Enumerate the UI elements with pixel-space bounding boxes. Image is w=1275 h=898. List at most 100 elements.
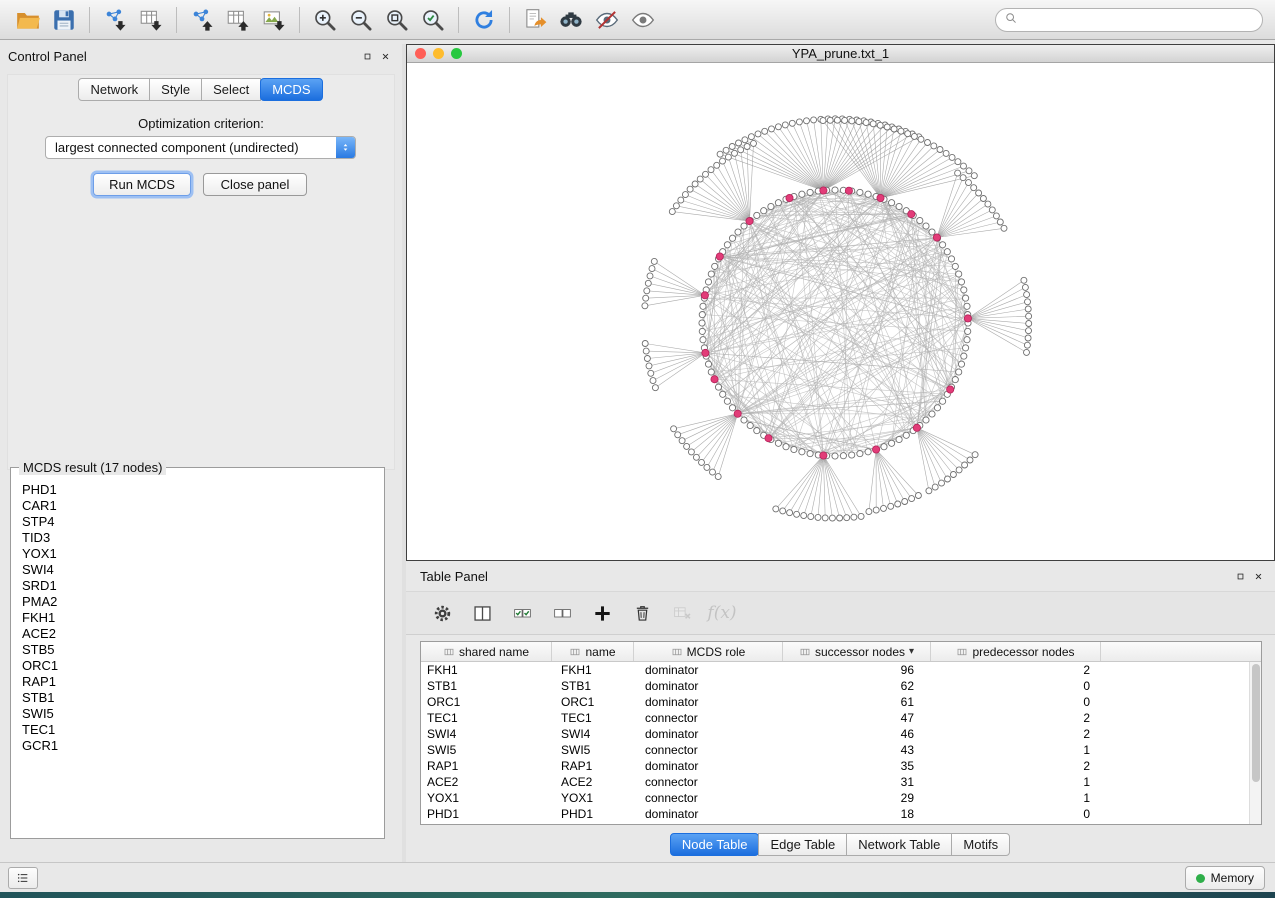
export-table-button[interactable]	[220, 4, 256, 36]
column-header-mcds-role[interactable]: MCDS role	[634, 642, 783, 661]
mcds-node-item[interactable]: PHD1	[13, 482, 382, 498]
table-row[interactable]: SWI4SWI4dominator462	[421, 726, 1249, 742]
mcds-node-item[interactable]: SRD1	[13, 578, 382, 594]
open-session-button[interactable]	[10, 4, 46, 36]
table-settings-button[interactable]	[424, 597, 460, 629]
show-column-button[interactable]	[464, 597, 500, 629]
table-row[interactable]: RAP1RAP1dominator352	[421, 758, 1249, 774]
table-row[interactable]: ACE2ACE2connector311	[421, 774, 1249, 790]
optimization-criterion-value: largest connected component (undirected)	[55, 140, 299, 155]
table-cell: ORC1	[552, 695, 634, 709]
tab-motifs[interactable]: Motifs	[951, 833, 1010, 856]
memory-button[interactable]: Memory	[1185, 866, 1265, 890]
apply-layout-button[interactable]	[466, 4, 502, 36]
import-network-button[interactable]	[97, 4, 133, 36]
export-network-button[interactable]	[184, 4, 220, 36]
status-bar: Memory	[0, 862, 1275, 892]
table-cell: TEC1	[552, 711, 634, 725]
table-scrollbar[interactable]	[1249, 662, 1261, 824]
tab-edge-table[interactable]: Edge Table	[758, 833, 847, 856]
hide-details-button[interactable]	[589, 4, 625, 36]
float-panel-icon[interactable]	[1231, 567, 1249, 585]
mcds-node-item[interactable]: CAR1	[13, 498, 382, 514]
mcds-node-item[interactable]: TEC1	[13, 722, 382, 738]
tab-network[interactable]: Network	[78, 78, 150, 101]
tab-select[interactable]: Select	[201, 78, 261, 101]
tab-node-table[interactable]: Node Table	[670, 833, 760, 856]
zoom-fit-button[interactable]	[379, 4, 415, 36]
table-row[interactable]: YOX1YOX1connector291	[421, 790, 1249, 806]
scrollbar-thumb[interactable]	[1252, 664, 1260, 782]
mcds-node-item[interactable]: ACE2	[13, 626, 382, 642]
zoom-selected-button[interactable]	[415, 4, 451, 36]
mcds-node-item[interactable]: STB5	[13, 642, 382, 658]
mcds-node-item[interactable]: STP4	[13, 514, 382, 530]
close-panel-icon[interactable]	[376, 47, 394, 65]
mcds-node-item[interactable]: PMA2	[13, 594, 382, 610]
zoom-out-button[interactable]	[343, 4, 379, 36]
unselect-all-columns-button[interactable]	[544, 597, 580, 629]
share-network-button[interactable]	[517, 4, 553, 36]
table-row[interactable]: STB1STB1dominator620	[421, 678, 1249, 694]
table-cell: 2	[931, 727, 1101, 741]
table-cell: RAP1	[421, 759, 552, 773]
save-session-button[interactable]	[46, 4, 82, 36]
column-header-predecessor-nodes[interactable]: predecessor nodes	[931, 642, 1101, 661]
table-cell: SWI5	[552, 743, 634, 757]
optimization-criterion-select[interactable]: largest connected component (undirected)	[45, 136, 356, 159]
network-window-titlebar[interactable]: YPA_prune.txt_1	[407, 45, 1274, 63]
table-cell: connector	[634, 791, 783, 805]
close-window-icon[interactable]	[415, 48, 426, 59]
table-cell: 35	[783, 759, 931, 773]
table-cell: TEC1	[421, 711, 552, 725]
table-toolbar: f(x)	[406, 591, 1275, 635]
close-panel-button[interactable]: Close panel	[203, 173, 307, 196]
tab-style[interactable]: Style	[149, 78, 202, 101]
mcds-node-item[interactable]: FKH1	[13, 610, 382, 626]
run-mcds-button[interactable]: Run MCDS	[93, 173, 191, 196]
tab-network-table[interactable]: Network Table	[846, 833, 952, 856]
memory-label: Memory	[1211, 871, 1254, 885]
table-row[interactable]: FKH1FKH1dominator962	[421, 662, 1249, 678]
column-header-shared-name[interactable]: shared name	[421, 642, 552, 661]
network-canvas[interactable]	[407, 63, 1274, 560]
mcds-node-item[interactable]: YOX1	[13, 546, 382, 562]
table-cell: PHD1	[421, 807, 552, 821]
table-cell: 96	[783, 663, 931, 677]
column-header-successor-nodes[interactable]: successor nodes▾	[783, 642, 931, 661]
show-details-button[interactable]	[625, 4, 661, 36]
mcds-node-item[interactable]: RAP1	[13, 674, 382, 690]
mcds-node-item[interactable]: STB1	[13, 690, 382, 706]
table-cell: 47	[783, 711, 931, 725]
select-all-columns-button[interactable]	[504, 597, 540, 629]
show-hide-panels-button[interactable]	[8, 867, 38, 889]
control-panel-surface	[7, 74, 395, 470]
table-row[interactable]: SWI5SWI5connector431	[421, 742, 1249, 758]
search-input[interactable]	[1024, 13, 1254, 27]
search-box[interactable]	[995, 8, 1263, 32]
create-column-button[interactable]	[584, 597, 620, 629]
mcds-node-item[interactable]: TID3	[13, 530, 382, 546]
close-panel-icon[interactable]	[1249, 567, 1267, 585]
column-header-name[interactable]: name	[552, 642, 634, 661]
mcds-node-item[interactable]: SWI5	[13, 706, 382, 722]
mcds-node-item[interactable]: GCR1	[13, 738, 382, 754]
export-image-button[interactable]	[256, 4, 292, 36]
delete-columns-button[interactable]	[624, 597, 660, 629]
table-row[interactable]: PHD1PHD1dominator180	[421, 806, 1249, 822]
table-row[interactable]: TEC1TEC1connector472	[421, 710, 1249, 726]
find-button[interactable]	[553, 4, 589, 36]
mcds-node-item[interactable]: ORC1	[13, 658, 382, 674]
table-cell: ACE2	[421, 775, 552, 789]
table-cell: ACE2	[552, 775, 634, 789]
mcds-node-item[interactable]: SWI4	[13, 562, 382, 578]
maximize-window-icon[interactable]	[451, 48, 462, 59]
import-table-button[interactable]	[133, 4, 169, 36]
table-row[interactable]: ORC1ORC1dominator610	[421, 694, 1249, 710]
zoom-in-button[interactable]	[307, 4, 343, 36]
float-panel-icon[interactable]	[358, 47, 376, 65]
tab-mcds[interactable]: MCDS	[260, 78, 322, 101]
table-cell: dominator	[634, 807, 783, 821]
minimize-window-icon[interactable]	[433, 48, 444, 59]
search-icon	[1004, 11, 1018, 30]
